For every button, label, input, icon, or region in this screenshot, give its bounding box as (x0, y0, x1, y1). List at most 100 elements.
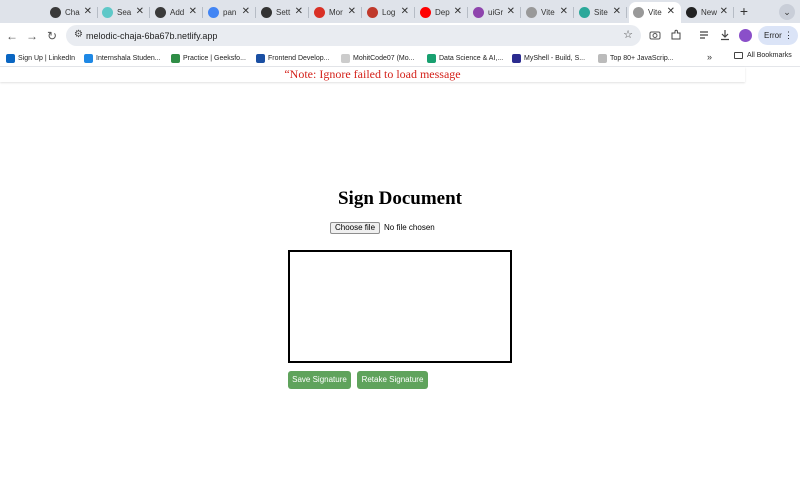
tab-9[interactable]: Vite ✕ (522, 2, 574, 23)
close-icon[interactable]: ✕ (84, 6, 92, 18)
bookmark-item[interactable]: Frontend Develop... (256, 52, 329, 65)
new-tab-button[interactable]: + (737, 4, 751, 18)
bookmark-item[interactable]: Top 80+ JavaScrip... (598, 52, 674, 65)
retake-signature-button[interactable]: Retake Signature (357, 371, 428, 389)
close-icon[interactable]: ✕ (507, 6, 515, 18)
tab-label: Vite (648, 8, 662, 17)
tab-1[interactable]: Sea ✕ (98, 2, 150, 23)
page-title: Sign Document (337, 188, 463, 209)
close-icon[interactable]: ✕ (613, 6, 621, 18)
bookmark-label: MyShell - Build, S... (524, 55, 586, 62)
globe-icon (633, 7, 644, 18)
bookmark-item[interactable]: Practice | Geeksfo... (171, 52, 246, 65)
tab-label: Vite (541, 8, 555, 17)
close-icon[interactable]: ✕ (560, 6, 568, 18)
tab-2[interactable]: Add ✕ (151, 2, 203, 23)
error-chip[interactable]: Error ⋮ (758, 26, 798, 45)
file-status: No file chosen (384, 223, 435, 232)
bookmark-favicon-icon (427, 54, 436, 63)
tab-7[interactable]: Dep ✕ (416, 2, 468, 23)
diamond-icon (579, 7, 590, 18)
tab-separator (308, 7, 309, 18)
square-icon (473, 7, 484, 18)
tab-12[interactable]: New ✕ (682, 2, 734, 23)
bookmark-label: Internshala Studen... (96, 55, 161, 62)
tab-8[interactable]: uiGr ✕ (469, 2, 521, 23)
openai-icon (155, 7, 166, 18)
close-icon[interactable]: ✕ (348, 6, 356, 18)
bookmark-favicon-icon (341, 54, 350, 63)
circle-icon (367, 7, 378, 18)
screenshot-icon[interactable] (648, 29, 662, 43)
profile-avatar[interactable] (739, 29, 752, 42)
signature-canvas[interactable] (288, 250, 512, 363)
site-info-icon[interactable]: ⚙ (74, 29, 83, 40)
close-icon[interactable]: ✕ (136, 6, 144, 18)
tab-strip: Cha ✕ Sea ✕ Add ✕ pan ✕ Sett ✕ Mor ✕ Log ✕ Dep ✕ uiGr ✕ Vi… (0, 0, 800, 23)
choose-file-button[interactable]: Choose file (330, 221, 381, 234)
close-icon[interactable]: ✕ (454, 6, 462, 18)
file-input: Choose file No file chosen (330, 221, 435, 234)
bookmark-star-icon[interactable]: ☆ (623, 28, 633, 41)
tab-separator (626, 7, 627, 18)
github-icon (686, 7, 697, 18)
youtube-icon (420, 7, 431, 18)
tab-10[interactable]: Site ✕ (575, 2, 627, 23)
folder-icon (734, 52, 743, 59)
tab-label: uiGr (488, 8, 504, 17)
bookmark-favicon-icon (6, 54, 15, 63)
download-icon[interactable] (718, 29, 732, 43)
close-icon[interactable]: ✕ (667, 6, 675, 18)
tab-6[interactable]: Log ✕ (363, 2, 415, 23)
bookmark-item[interactable]: MohitCode07 (Mo... (341, 52, 414, 65)
bookmarks-bar: Sign Up | LinkedIn Internshala Studen... P… (0, 49, 800, 67)
tab-11[interactable]: Vite ✕ (629, 2, 681, 23)
close-icon[interactable]: ✕ (189, 6, 197, 18)
tab-separator (361, 7, 362, 18)
tab-5[interactable]: Mor ✕ (310, 2, 362, 23)
reload-button[interactable]: ↻ (44, 28, 60, 44)
url-input[interactable] (86, 28, 586, 43)
tab-separator (467, 7, 468, 18)
bookmark-item[interactable]: Sign Up | LinkedIn (6, 52, 75, 65)
close-icon[interactable]: ✕ (295, 6, 303, 18)
bookmark-item[interactable]: MyShell - Build, S... (512, 52, 585, 65)
bookmark-label: MohitCode07 (Mo... (353, 55, 415, 62)
media-controls-icon[interactable] (698, 29, 712, 43)
error-label: Error (764, 31, 782, 40)
forward-button[interactable]: → (24, 28, 40, 44)
tab-3[interactable]: pan ✕ (204, 2, 256, 23)
tab-0[interactable]: Cha ✕ (46, 2, 98, 23)
bookmark-item[interactable]: Data Science & AI,... (427, 52, 503, 65)
bookmarks-overflow-icon[interactable]: » (707, 52, 712, 62)
back-button[interactable]: ← (4, 28, 20, 44)
close-icon[interactable]: ✕ (720, 6, 728, 18)
google-icon (208, 7, 219, 18)
close-icon[interactable]: ✕ (242, 6, 250, 18)
tab-separator (573, 7, 574, 18)
close-icon[interactable]: ✕ (401, 6, 409, 18)
tab-label: New (701, 8, 717, 17)
globe-icon (526, 7, 537, 18)
address-bar[interactable]: ⚙ ☆ (66, 25, 641, 46)
tab-separator (149, 7, 150, 18)
tab-4[interactable]: Sett ✕ (257, 2, 309, 23)
menu-kebab-icon[interactable]: ⋮ (784, 26, 793, 45)
tab-label: Sea (117, 8, 132, 17)
warning-note: “Note: Ignore failed to load message (0, 67, 745, 82)
extensions-icon[interactable] (669, 29, 683, 43)
bookmark-item[interactable]: Internshala Studen... (84, 52, 161, 65)
bookmark-favicon-icon (84, 54, 93, 63)
bookmark-favicon-icon (512, 54, 521, 63)
tab-label: Dep (435, 8, 450, 17)
save-signature-button[interactable]: Save Signature (288, 371, 351, 389)
tab-label: Cha (65, 8, 80, 17)
tab-separator (733, 7, 734, 18)
tab-label: pan (223, 8, 237, 17)
bookmark-label: Data Science & AI,... (439, 55, 504, 62)
tab-separator (520, 7, 521, 18)
tab-separator (414, 7, 415, 18)
all-bookmarks-button[interactable]: All Bookmarks (734, 52, 792, 59)
tab-search-button[interactable]: ⌄ (779, 4, 795, 20)
bookmark-favicon-icon (256, 54, 265, 63)
